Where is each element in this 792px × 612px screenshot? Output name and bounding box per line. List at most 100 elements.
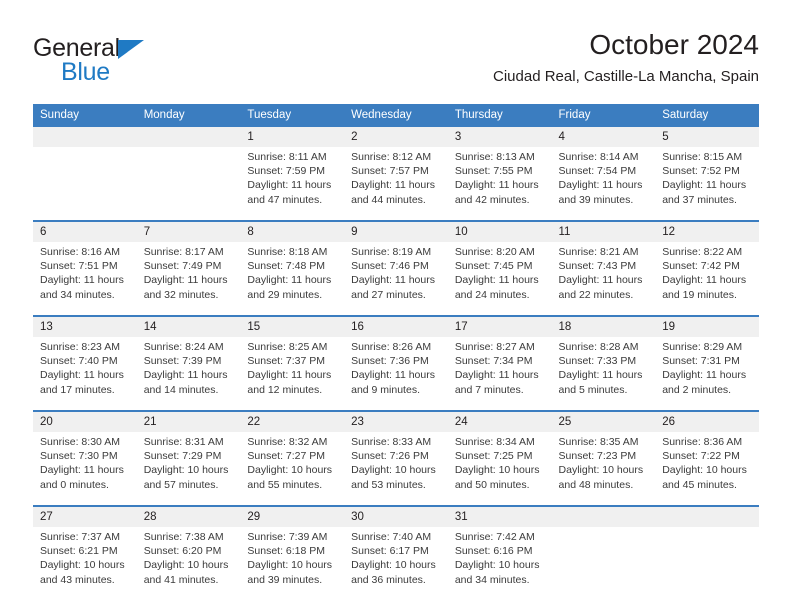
day-number[interactable]: 1 xyxy=(240,127,345,147)
day-number[interactable]: 4 xyxy=(551,127,656,147)
day-cell[interactable]: Sunrise: 8:21 AM Sunset: 7:43 PM Daylight:… xyxy=(551,242,656,316)
day-number[interactable]: 5 xyxy=(655,127,759,147)
day-number[interactable]: 26 xyxy=(655,410,759,432)
calendar-week: 1 2 3 4 5 Sunrise: 8:11 AM Sunset: 7:59 PM Dayl… xyxy=(33,127,759,221)
day-info-line: Daylight: 10 hours xyxy=(454,559,540,572)
day-info-line: and 34 minutes. xyxy=(454,573,530,586)
day-number[interactable]: 24 xyxy=(447,410,552,432)
day-info-line: Sunrise: 8:15 AM xyxy=(662,151,743,163)
day-number[interactable]: 22 xyxy=(240,410,345,432)
day-info-line: Sunrise: 7:42 AM xyxy=(454,531,535,543)
day-number[interactable]: 11 xyxy=(551,220,656,242)
day-number[interactable]: 31 xyxy=(447,505,552,527)
day-number[interactable]: 3 xyxy=(447,127,552,147)
day-info-line: and 12 minutes. xyxy=(247,383,323,396)
day-info-line: Sunset: 6:16 PM xyxy=(454,545,533,558)
day-info-line: Daylight: 10 hours xyxy=(143,559,229,572)
day-info-line: and 53 minutes. xyxy=(351,478,426,491)
calendar-page: General Blue October 2024 Ciudad Real, C… xyxy=(0,0,792,612)
day-cell[interactable]: Sunrise: 8:26 AM Sunset: 7:36 PM Daylight:… xyxy=(344,337,448,411)
day-cell[interactable]: Sunrise: 8:25 AM Sunset: 7:37 PM Daylight:… xyxy=(240,337,345,411)
day-cell[interactable]: Sunrise: 8:16 AM Sunset: 7:51 PM Daylight:… xyxy=(33,242,137,316)
day-cell[interactable]: Sunrise: 7:42 AM Sunset: 6:16 PM Daylight:… xyxy=(447,527,552,600)
day-number[interactable]: 15 xyxy=(240,315,345,337)
day-cell[interactable]: Sunrise: 7:38 AM Sunset: 6:20 PM Daylight:… xyxy=(136,527,241,600)
day-number[interactable]: 8 xyxy=(240,220,345,242)
day-info-line: Daylight: 10 hours xyxy=(247,559,333,572)
day-info-line: and 39 minutes. xyxy=(558,193,634,206)
day-info-line: Sunrise: 8:32 AM xyxy=(247,436,328,448)
day-cell[interactable]: Sunrise: 8:23 AM Sunset: 7:40 PM Daylight:… xyxy=(33,337,137,411)
day-cell[interactable]: Sunrise: 8:31 AM Sunset: 7:29 PM Daylight:… xyxy=(136,432,241,506)
weekday-header-wednesday: Wednesday xyxy=(344,104,448,127)
day-number[interactable]: 25 xyxy=(551,410,656,432)
day-info-line: Daylight: 11 hours xyxy=(351,369,435,382)
day-info-line: Daylight: 10 hours xyxy=(558,464,644,477)
day-number[interactable]: 7 xyxy=(136,220,241,242)
day-cell[interactable]: Sunrise: 8:20 AM Sunset: 7:45 PM Daylight:… xyxy=(447,242,552,316)
day-number[interactable]: 20 xyxy=(33,410,137,432)
day-info-line: Sunset: 7:27 PM xyxy=(247,450,326,463)
day-info-line: Daylight: 10 hours xyxy=(351,464,436,477)
day-number[interactable]: 28 xyxy=(136,505,241,527)
day-cell[interactable]: Sunrise: 8:34 AM Sunset: 7:25 PM Daylight:… xyxy=(447,432,552,506)
day-cell[interactable]: Sunrise: 7:37 AM Sunset: 6:21 PM Daylight:… xyxy=(33,527,137,600)
day-number[interactable]: 23 xyxy=(344,410,448,432)
day-cell[interactable]: Sunrise: 8:27 AM Sunset: 7:34 PM Daylight:… xyxy=(447,337,552,411)
day-number-empty xyxy=(551,505,656,527)
day-number[interactable]: 30 xyxy=(344,505,448,527)
day-cell[interactable]: Sunrise: 8:17 AM Sunset: 7:49 PM Daylight:… xyxy=(136,242,241,316)
day-cell[interactable]: Sunrise: 8:24 AM Sunset: 7:39 PM Daylight:… xyxy=(136,337,241,411)
day-cell[interactable]: Sunrise: 8:29 AM Sunset: 7:31 PM Daylight:… xyxy=(655,337,759,411)
day-info-line: Sunset: 7:31 PM xyxy=(662,355,740,368)
day-cell[interactable]: Sunrise: 8:14 AM Sunset: 7:54 PM Daylight:… xyxy=(551,147,656,221)
weekday-header-tuesday: Tuesday xyxy=(240,104,345,127)
day-number[interactable]: 29 xyxy=(240,505,345,527)
day-cell[interactable]: Sunrise: 8:36 AM Sunset: 7:22 PM Daylight:… xyxy=(655,432,759,506)
day-number[interactable]: 19 xyxy=(655,315,759,337)
day-cell[interactable]: Sunrise: 8:22 AM Sunset: 7:42 PM Daylight:… xyxy=(655,242,759,316)
day-number[interactable]: 13 xyxy=(33,315,137,337)
day-number-empty xyxy=(33,127,137,147)
day-info-line: Sunrise: 8:27 AM xyxy=(454,341,535,353)
day-info-line: Sunrise: 8:18 AM xyxy=(247,246,328,258)
day-number[interactable]: 12 xyxy=(655,220,759,242)
day-info-line: Daylight: 11 hours xyxy=(558,369,643,382)
day-info-line: Sunrise: 7:37 AM xyxy=(40,531,120,543)
day-cell[interactable]: Sunrise: 8:32 AM Sunset: 7:27 PM Daylight:… xyxy=(240,432,345,506)
day-cell[interactable]: Sunrise: 8:33 AM Sunset: 7:26 PM Daylight:… xyxy=(344,432,448,506)
week-details-row: Sunrise: 8:30 AM Sunset: 7:30 PM Daylight:… xyxy=(33,432,759,506)
day-info-line: Sunset: 6:18 PM xyxy=(247,545,326,558)
general-blue-logo[interactable]: General Blue xyxy=(33,34,213,92)
day-info-line: Daylight: 11 hours xyxy=(247,179,332,192)
day-cell[interactable]: Sunrise: 8:19 AM Sunset: 7:46 PM Daylight:… xyxy=(344,242,448,316)
day-info-line: Sunrise: 8:13 AM xyxy=(454,151,535,163)
day-info-line: and 2 minutes. xyxy=(662,383,732,396)
day-cell[interactable]: Sunrise: 8:30 AM Sunset: 7:30 PM Daylight:… xyxy=(33,432,137,506)
day-cell[interactable]: Sunrise: 8:11 AM Sunset: 7:59 PM Daylight:… xyxy=(240,147,345,221)
day-cell[interactable]: Sunrise: 8:35 AM Sunset: 7:23 PM Daylight:… xyxy=(551,432,656,506)
day-info-line: and 0 minutes. xyxy=(40,478,109,491)
day-cell[interactable]: Sunrise: 8:12 AM Sunset: 7:57 PM Daylight:… xyxy=(344,147,448,221)
day-info-line: Sunset: 7:37 PM xyxy=(247,355,326,368)
day-number[interactable]: 18 xyxy=(551,315,656,337)
day-info-line: and 47 minutes. xyxy=(247,193,323,206)
day-info-line: Sunrise: 8:36 AM xyxy=(662,436,743,448)
day-cell[interactable]: Sunrise: 8:13 AM Sunset: 7:55 PM Daylight:… xyxy=(447,147,552,221)
day-number[interactable]: 27 xyxy=(33,505,137,527)
day-number[interactable]: 2 xyxy=(344,127,448,147)
day-number[interactable]: 14 xyxy=(136,315,241,337)
day-cell[interactable]: Sunrise: 7:40 AM Sunset: 6:17 PM Daylight:… xyxy=(344,527,448,600)
day-info-line: and 32 minutes. xyxy=(143,288,219,301)
day-number[interactable]: 17 xyxy=(447,315,552,337)
day-cell[interactable]: Sunrise: 8:15 AM Sunset: 7:52 PM Daylight:… xyxy=(655,147,759,221)
day-cell[interactable]: Sunrise: 8:18 AM Sunset: 7:48 PM Daylight:… xyxy=(240,242,345,316)
day-info-line: Sunrise: 8:14 AM xyxy=(558,151,639,163)
day-number[interactable]: 16 xyxy=(344,315,448,337)
day-number[interactable]: 6 xyxy=(33,220,137,242)
day-cell[interactable]: Sunrise: 7:39 AM Sunset: 6:18 PM Daylight:… xyxy=(240,527,345,600)
day-number[interactable]: 10 xyxy=(447,220,552,242)
day-cell[interactable]: Sunrise: 8:28 AM Sunset: 7:33 PM Daylight:… xyxy=(551,337,656,411)
day-number[interactable]: 9 xyxy=(344,220,448,242)
day-number[interactable]: 21 xyxy=(136,410,241,432)
